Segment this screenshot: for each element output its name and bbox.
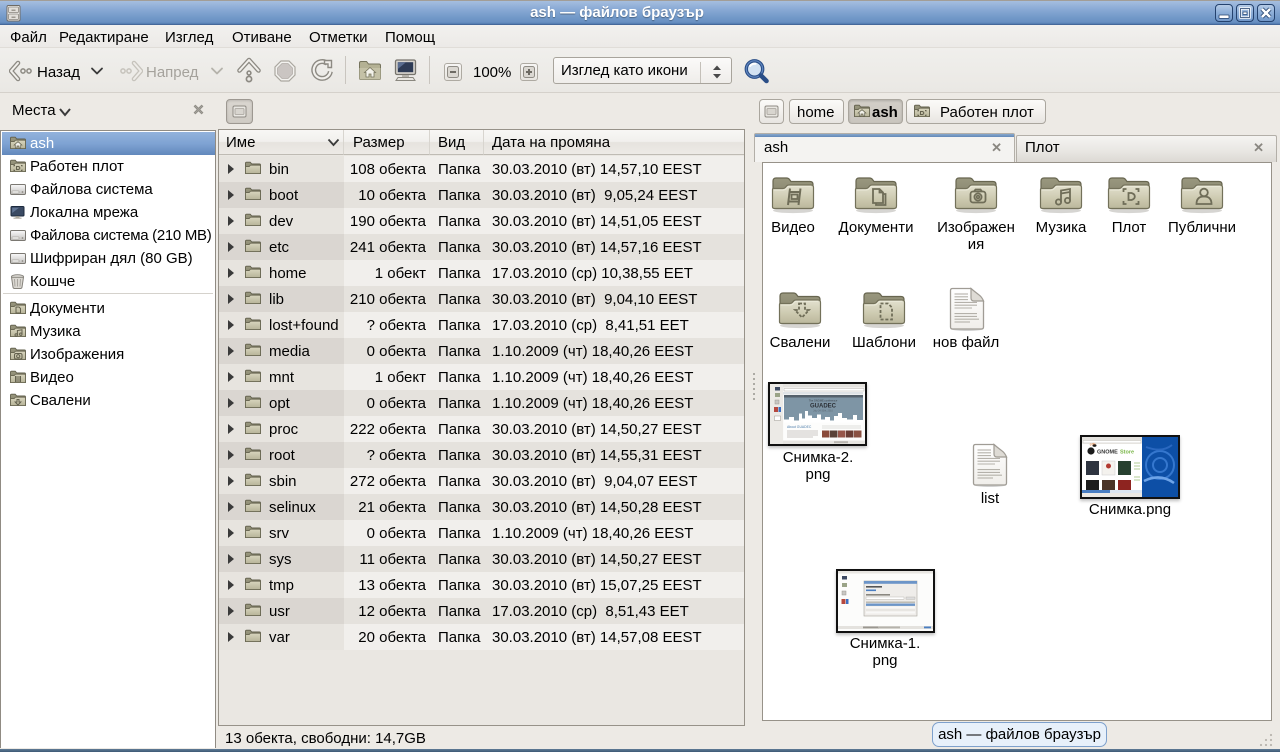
- svg-text:About GUADEC: About GUADEC: [787, 425, 812, 429]
- svg-text:July 24-30th, 2010: July 24-30th, 2010: [813, 410, 833, 413]
- svg-text:Store: Store: [1120, 450, 1134, 456]
- svg-text:GNOME: GNOME: [1097, 450, 1118, 456]
- svg-text:The GNOME conference: The GNOME conference: [809, 399, 838, 403]
